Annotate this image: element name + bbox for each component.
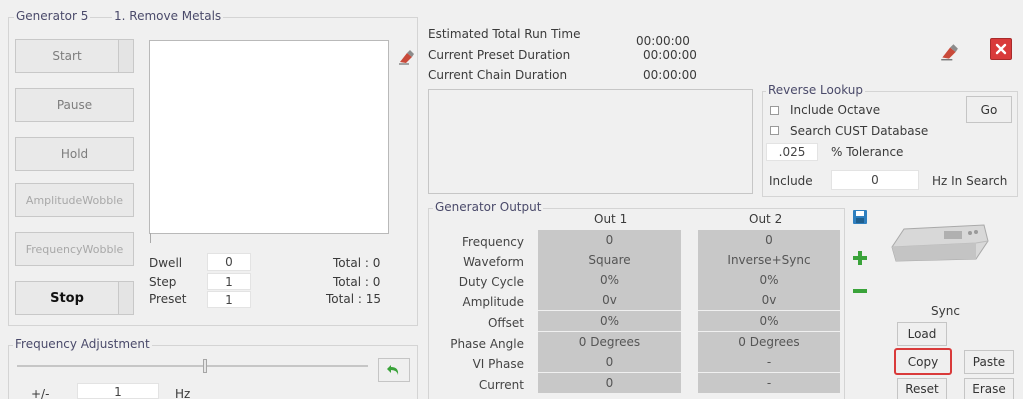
row-label-frequency: Frequency: [462, 235, 524, 249]
eraser-icon[interactable]: [939, 42, 959, 62]
out2-duty-cycle: 0%: [698, 270, 840, 290]
out1-amplitude: 0v: [538, 290, 681, 310]
list-cursor: [150, 233, 151, 243]
go-button[interactable]: Go: [966, 96, 1012, 123]
out1-current: 0: [538, 373, 681, 393]
preset-value: 1: [207, 291, 251, 308]
estimated-total-label: Estimated Total Run Time: [428, 27, 581, 41]
plus-minus-label: +/-: [31, 387, 50, 399]
preset-label: Preset: [149, 292, 187, 306]
out2-phase-angle: 0 Degrees: [698, 332, 840, 352]
sync-label: Sync: [931, 304, 960, 318]
hold-button-label: Hold: [60, 146, 89, 161]
col-header-out1: Out 1: [594, 212, 628, 226]
amplitude-wobble-button[interactable]: Amplitude Wobble: [15, 183, 134, 217]
out2-waveform: Inverse+Sync: [698, 250, 840, 270]
reset-button[interactable]: Reset: [897, 378, 947, 399]
estimated-total-value: 00:00:00: [636, 34, 690, 48]
step-label: Step: [149, 275, 177, 289]
out1-offset: 0%: [538, 311, 681, 331]
out1-vi-phase: 0: [538, 352, 681, 372]
frequency-slider-thumb[interactable]: [203, 359, 207, 373]
frequency-wobble-label: Frequency Wobble: [16, 233, 133, 265]
start-button-segment: [118, 40, 133, 72]
dwell-label: Dwell: [149, 256, 183, 270]
search-cust-label: Search CUST Database: [790, 124, 929, 138]
step-value: 1: [207, 273, 251, 290]
frequency-adjustment-group: [8, 345, 418, 399]
frequency-step-unit: Hz: [175, 387, 191, 399]
generator-output-title: Generator Output: [433, 200, 544, 214]
chain-duration-value: 00:00:00: [643, 68, 697, 82]
frequency-wobble-line1: Frequency: [25, 242, 83, 256]
search-cust-checkbox[interactable]: [770, 126, 779, 135]
amplitude-wobble-label: Amplitude Wobble: [16, 184, 133, 216]
preset-duration-value: 00:00:00: [643, 48, 697, 62]
amplitude-wobble-line2: Wobble: [82, 193, 124, 207]
row-label-duty-cycle: Duty Cycle: [458, 275, 524, 289]
erase-button[interactable]: Erase: [964, 378, 1014, 399]
out1-phase-angle: 0 Degrees: [538, 332, 681, 352]
pause-button-label: Pause: [56, 97, 93, 112]
frequency-slider-track[interactable]: [17, 365, 368, 367]
hz-in-search-label: Hz In Search: [932, 174, 1008, 188]
generator-title: Generator 5: [14, 9, 91, 23]
stop-button-segment: [118, 282, 133, 314]
include-octave-label: Include Octave: [790, 103, 881, 117]
row-label-waveform: Waveform: [463, 255, 524, 269]
load-button[interactable]: Load: [897, 322, 947, 346]
row-label-vi-phase: VI Phase: [472, 357, 524, 371]
frequency-step-input[interactable]: 1: [77, 383, 159, 399]
copy-button[interactable]: Copy: [894, 348, 952, 375]
include-label: Include: [769, 174, 813, 188]
dwell-value: 0: [207, 253, 251, 271]
out2-vi-phase: -: [698, 352, 840, 372]
row-label-offset: Offset: [487, 316, 524, 330]
preset-duration-label: Current Preset Duration: [428, 48, 571, 62]
start-button[interactable]: Start: [15, 39, 134, 73]
reverse-lookup-title: Reverse Lookup: [766, 83, 866, 97]
out1-waveform: Square: [538, 250, 681, 270]
preset-total: Total : 15: [326, 292, 381, 306]
preset-list[interactable]: [149, 40, 389, 243]
row-label-current: Current: [478, 378, 524, 392]
tolerance-input[interactable]: .025: [766, 143, 818, 161]
include-octave-checkbox[interactable]: [770, 106, 779, 115]
generator-device-image: [884, 217, 994, 267]
out1-frequency: 0: [538, 230, 681, 250]
out2-amplitude: 0v: [698, 290, 840, 310]
tolerance-label: % Tolerance: [831, 145, 904, 159]
stop-button-label: Stop: [50, 290, 84, 306]
add-icon[interactable]: [851, 249, 869, 267]
chain-duration-label: Current Chain Duration: [428, 68, 568, 82]
out2-offset: 0%: [698, 311, 840, 331]
remove-icon[interactable]: [851, 285, 869, 297]
out2-current: -: [698, 373, 840, 393]
paste-button[interactable]: Paste: [964, 350, 1014, 374]
out2-frequency: 0: [698, 230, 840, 250]
frequency-adjustment-title: Frequency Adjustment: [13, 337, 152, 351]
dwell-total: Total : 0: [333, 256, 381, 270]
include-hz-input[interactable]: 0: [831, 170, 919, 190]
undo-arrow-icon: [387, 365, 399, 375]
program-title: 1. Remove Metals: [112, 9, 224, 23]
out1-duty-cycle: 0%: [538, 270, 681, 290]
pause-button[interactable]: Pause: [15, 88, 134, 122]
amplitude-wobble-line1: Amplitude: [25, 193, 83, 207]
start-button-label: Start: [52, 48, 82, 63]
row-label-amplitude: Amplitude: [462, 295, 525, 309]
row-label-phase-angle: Phase Angle: [450, 337, 524, 351]
hold-button[interactable]: Hold: [15, 137, 134, 171]
frequency-wobble-line2: Wobble: [82, 242, 124, 256]
output-log-box: [428, 89, 753, 194]
close-icon[interactable]: [990, 38, 1012, 60]
stop-button[interactable]: Stop: [15, 281, 134, 315]
col-header-out2: Out 2: [749, 212, 783, 226]
step-total: Total : 0: [333, 275, 381, 289]
reset-frequency-button[interactable]: [378, 358, 410, 382]
frequency-wobble-button[interactable]: Frequency Wobble: [15, 232, 134, 266]
save-icon[interactable]: [851, 208, 869, 226]
eraser-icon[interactable]: [397, 48, 415, 66]
